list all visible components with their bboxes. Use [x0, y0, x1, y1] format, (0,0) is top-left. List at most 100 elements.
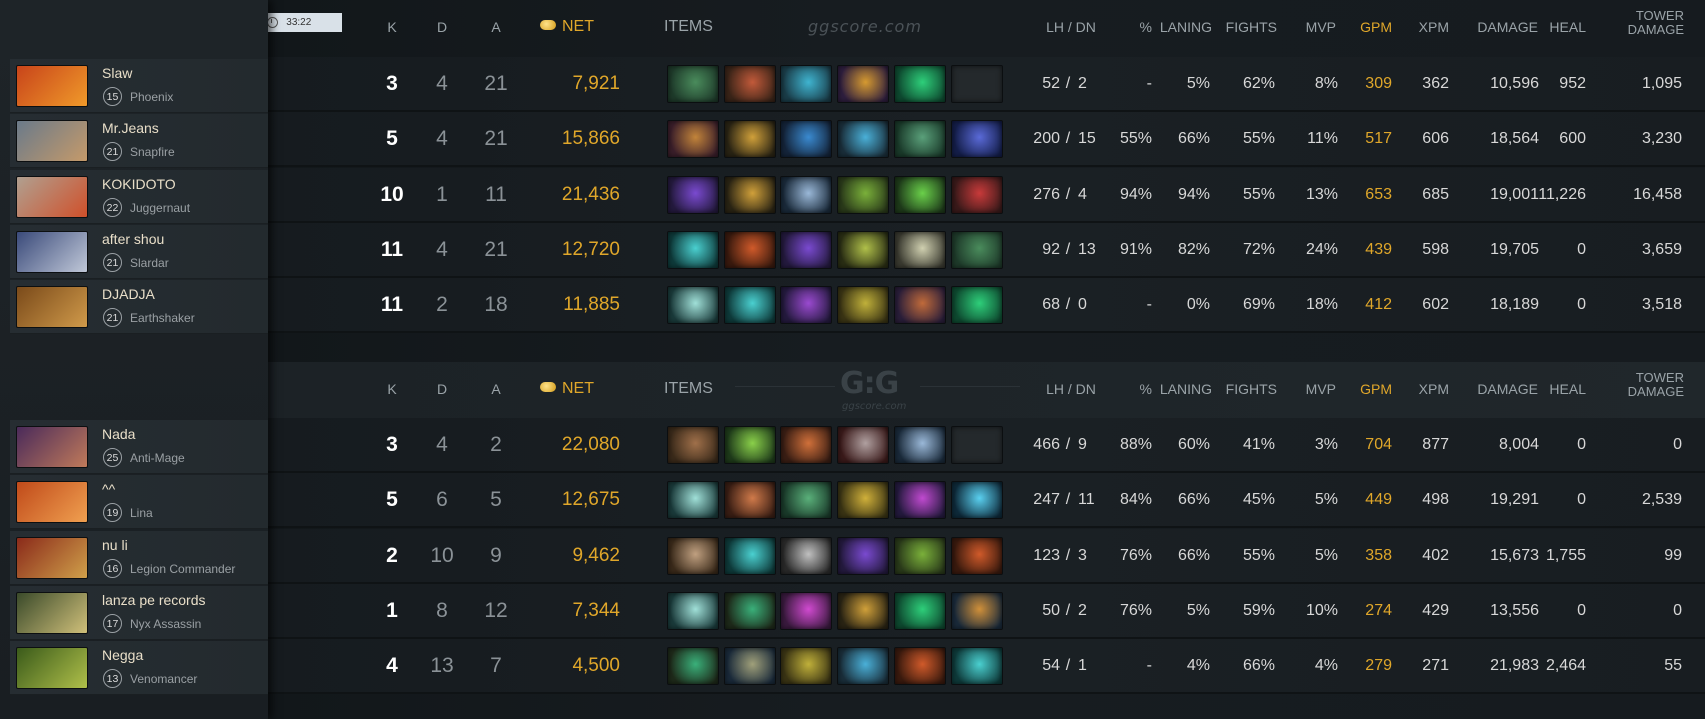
column-header-mvp[interactable]: MVP: [1290, 19, 1336, 35]
table-row[interactable]: 1 8 12 7,344 50 / 2 76% 5% 59% 10% 274 429 13,556 0 0: [268, 584, 1705, 639]
wind-icon[interactable]: [724, 286, 776, 324]
horn-icon[interactable]: [837, 65, 889, 103]
empty-item-slot[interactable]: [951, 426, 1003, 464]
wind-icon[interactable]: [951, 647, 1003, 685]
player-name[interactable]: Mr.Jeans: [102, 120, 159, 136]
player-card[interactable]: KOKIDOTO 22 Juggernaut: [10, 170, 268, 224]
column-header-d[interactable]: D: [425, 19, 459, 35]
column-header-xpm[interactable]: XPM: [1407, 381, 1449, 397]
column-header-tower-damage[interactable]: TOWER DAMAGE: [1600, 9, 1684, 37]
player-name[interactable]: DJADJA: [102, 286, 155, 302]
figure-icon[interactable]: [780, 481, 832, 519]
player-card[interactable]: Negga 13 Venomancer: [10, 641, 268, 695]
boots-icon[interactable]: [837, 537, 889, 575]
boots-icon[interactable]: [667, 176, 719, 214]
mask-icon[interactable]: [780, 647, 832, 685]
orb-icon[interactable]: [780, 592, 832, 630]
player-card[interactable]: Slaw 15 Phoenix: [10, 59, 268, 113]
amulet-icon[interactable]: [667, 120, 719, 158]
globe-icon[interactable]: [780, 120, 832, 158]
claw-icon[interactable]: [837, 592, 889, 630]
player-card[interactable]: Mr.Jeans 21 Snapfire: [10, 114, 268, 168]
player-card[interactable]: DJADJA 21 Earthshaker: [10, 280, 268, 334]
column-header-heal[interactable]: HEAL: [1540, 381, 1586, 397]
blade-icon[interactable]: [724, 426, 776, 464]
player-card[interactable]: Nada 25 Anti-Mage: [10, 420, 268, 474]
mask-icon[interactable]: [724, 176, 776, 214]
axe-icon[interactable]: [780, 426, 832, 464]
boots-icon[interactable]: [951, 286, 1003, 324]
column-header-gpm[interactable]: GPM: [1350, 19, 1392, 35]
disc-icon[interactable]: [894, 537, 946, 575]
table-row[interactable]: 4 13 7 4,500 54 / 1 - 4% 66% 4% 279 271 21,983 2,464 55: [268, 639, 1705, 694]
gem-icon[interactable]: [951, 481, 1003, 519]
player-card[interactable]: after shou 21 Slardar: [10, 225, 268, 279]
boots-icon[interactable]: [894, 65, 946, 103]
column-header-lh-dn[interactable]: LH / DN: [1036, 19, 1106, 35]
staff-icon[interactable]: [894, 176, 946, 214]
column-header-fights[interactable]: FIGHTS: [1225, 19, 1277, 35]
staff-icon[interactable]: [837, 231, 889, 269]
player-name[interactable]: lanza pe records: [102, 592, 206, 608]
column-header-laning[interactable]: LANING: [1158, 19, 1212, 35]
wind-icon[interactable]: [667, 286, 719, 324]
hammer-icon[interactable]: [667, 537, 719, 575]
table-row[interactable]: 10 1 11 21,436 276/4 94% 94% 55% 13% 653 685 19,001…: [268, 168, 1705, 223]
mask-icon[interactable]: [837, 286, 889, 324]
wand-icon[interactable]: [951, 231, 1003, 269]
mask-icon[interactable]: [837, 481, 889, 519]
figure-icon[interactable]: [724, 647, 776, 685]
column-header-tower-damage[interactable]: TOWER DAMAGE: [1600, 371, 1684, 399]
mask-icon[interactable]: [724, 120, 776, 158]
axe-icon[interactable]: [894, 426, 946, 464]
empty-item-slot[interactable]: [951, 65, 1003, 103]
blade-icon[interactable]: [724, 481, 776, 519]
player-name[interactable]: Negga: [102, 647, 143, 663]
column-header-k[interactable]: K: [375, 19, 409, 35]
table-row[interactable]: 3 4 21 7,921 52 / 2 - 5% 62% 8% 309 362 10,596 952 1,09…: [268, 57, 1705, 112]
orb-icon[interactable]: [951, 537, 1003, 575]
wind-icon[interactable]: [667, 481, 719, 519]
player-name[interactable]: nu li: [102, 537, 128, 553]
axe-icon[interactable]: [780, 176, 832, 214]
column-header-net[interactable]: NET: [540, 380, 620, 398]
player-name[interactable]: Slaw: [102, 65, 132, 81]
column-header-k[interactable]: K: [375, 381, 409, 397]
wand-icon[interactable]: [894, 120, 946, 158]
column-header-items[interactable]: ITEMS: [664, 380, 724, 398]
column-header-percent[interactable]: %: [1122, 19, 1152, 35]
scepter-icon[interactable]: [951, 120, 1003, 158]
gauntlet-icon[interactable]: [951, 176, 1003, 214]
wand-icon[interactable]: [667, 65, 719, 103]
table-row[interactable]: 11 2 18 11,885 68 / 0 - 0% 69% 18% 412 602 18,189 0 3,5…: [268, 278, 1705, 333]
column-header-laning[interactable]: LANING: [1158, 381, 1212, 397]
boots-icon[interactable]: [724, 65, 776, 103]
player-name[interactable]: Nada: [102, 426, 135, 442]
column-header-gpm[interactable]: GPM: [1350, 381, 1392, 397]
column-header-fights[interactable]: FIGHTS: [1225, 381, 1277, 397]
table-row[interactable]: 3 4 2 22,080 466 / 9 88% 60% 41% 3% 704 877 8,004 0 0: [268, 418, 1705, 473]
crystal-icon[interactable]: [894, 481, 946, 519]
column-header-mvp[interactable]: MVP: [1290, 381, 1336, 397]
boots-icon[interactable]: [667, 426, 719, 464]
claw-icon[interactable]: [837, 426, 889, 464]
player-name[interactable]: KOKIDOTO: [102, 176, 176, 192]
staff-icon[interactable]: [837, 647, 889, 685]
column-header-heal[interactable]: HEAL: [1540, 19, 1586, 35]
player-name[interactable]: ^^: [102, 481, 115, 497]
staff-icon[interactable]: [951, 592, 1003, 630]
column-header-a[interactable]: A: [478, 381, 514, 397]
table-row[interactable]: 2 10 9 9,462 123 / 3 76% 66% 55% 5% 358 402 15,673 1,7…: [268, 529, 1705, 584]
table-row[interactable]: 5 6 5 12,675 247 / 11 84% 66% 45% 5% 449 498 19,291 0 2…: [268, 473, 1705, 528]
staff-icon[interactable]: [837, 120, 889, 158]
blade-icon[interactable]: [780, 286, 832, 324]
spike-icon[interactable]: [780, 537, 832, 575]
table-row[interactable]: 11 4 21 12,720 92 / 13 91% 82% 72% 24% 439 598 19,705…: [268, 223, 1705, 278]
column-header-d[interactable]: D: [425, 381, 459, 397]
wind-icon[interactable]: [724, 537, 776, 575]
player-card[interactable]: lanza pe records 17 Nyx Assassin: [10, 586, 268, 640]
bow-icon[interactable]: [724, 592, 776, 630]
player-card[interactable]: ^^ 19 Lina: [10, 475, 268, 529]
wind-icon[interactable]: [667, 231, 719, 269]
orb-icon[interactable]: [724, 231, 776, 269]
